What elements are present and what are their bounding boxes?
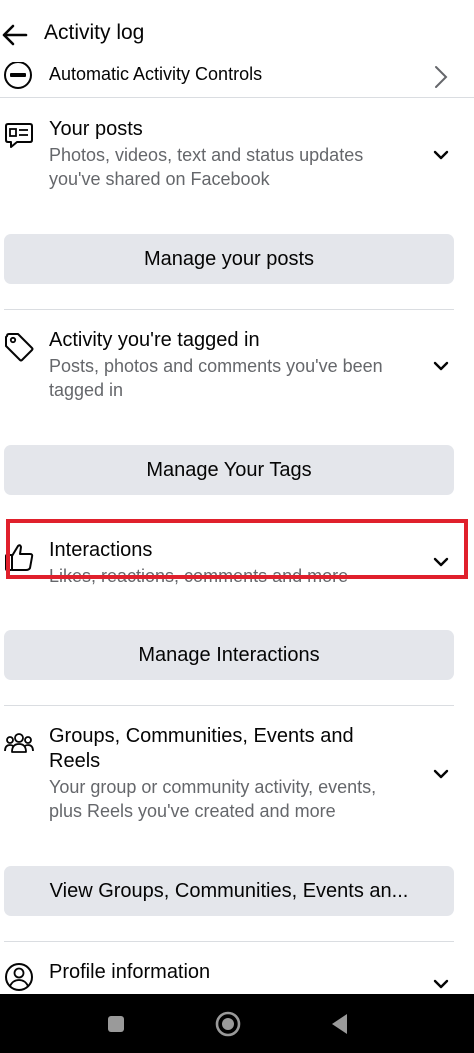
chevron-down-icon[interactable] (432, 359, 450, 373)
manage-interactions-button[interactable]: Manage Interactions (4, 630, 454, 680)
section-tagged[interactable]: Activity you're tagged in Posts, photos … (0, 323, 474, 413)
section-groups-communities[interactable]: Groups, Communities, Events and Reels Yo… (0, 719, 474, 834)
section-title: Reels (49, 750, 101, 772)
highlight-annotation-box (6, 519, 468, 579)
section-description: plus Reels you've created and more (49, 801, 336, 821)
people-icon (4, 733, 34, 753)
automatic-activity-controls-row[interactable]: Automatic Activity Controls (0, 60, 474, 98)
section-your-posts[interactable]: Your posts Photos, videos, text and stat… (0, 112, 474, 202)
chevron-down-icon[interactable] (432, 148, 450, 162)
section-title: Groups, Communities, Events and (49, 725, 354, 747)
recent-apps-icon[interactable] (98, 1006, 134, 1042)
section-description: tagged in (49, 380, 124, 400)
back-triangle-icon[interactable] (322, 1006, 358, 1042)
section-title: Profile information (49, 961, 211, 983)
manage-your-tags-button[interactable]: Manage Your Tags (4, 445, 454, 495)
view-groups-communities-button[interactable]: View Groups, Communities, Events an... (4, 866, 454, 916)
section-title: Activity you're tagged in (49, 329, 260, 351)
page-title: Activity log (44, 21, 145, 44)
divider (4, 705, 454, 706)
system-navigation-bar (0, 994, 474, 1053)
section-description: Posts, photos and comments you've been (49, 356, 383, 376)
section-profile-information[interactable]: Profile information (0, 955, 474, 994)
divider (4, 941, 454, 942)
chevron-right-icon (435, 66, 448, 88)
section-description: Your group or community activity, events… (49, 777, 377, 797)
manage-your-posts-button[interactable]: Manage your posts (4, 234, 454, 284)
back-arrow-icon[interactable] (0, 20, 30, 50)
chevron-down-icon[interactable] (432, 977, 450, 991)
post-icon (5, 123, 33, 148)
section-description: Photos, videos, text and status updates (49, 145, 364, 165)
divider (4, 309, 454, 310)
app-header: Activity log (0, 0, 474, 66)
home-icon[interactable] (210, 1006, 246, 1042)
tag-icon (5, 333, 34, 362)
chevron-down-icon[interactable] (432, 767, 450, 781)
profile-icon (5, 963, 33, 991)
section-title: Your posts (49, 118, 143, 140)
section-description: you've shared on Facebook (49, 169, 270, 189)
controls-icon (4, 62, 32, 89)
automatic-activity-controls-label: Automatic Activity Controls (49, 64, 263, 84)
